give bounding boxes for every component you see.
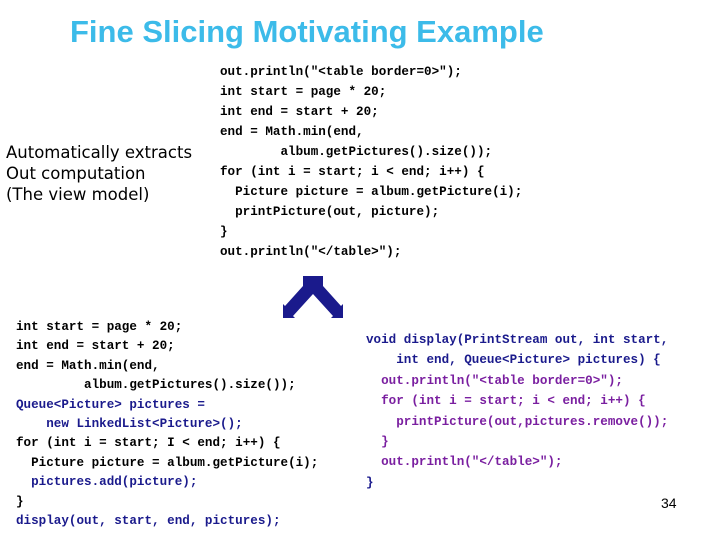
- code-line: int start = page * 20;: [220, 85, 387, 99]
- code-line: end = Math.min(end,: [16, 358, 160, 373]
- code-line: out.println("<table border=0>");: [220, 65, 462, 79]
- code-line: for (int i = start; i < end; i++) {: [366, 394, 646, 409]
- code-line: Picture picture = album.getPicture(i);: [16, 455, 319, 470]
- annotation-note: Automatically extracts Out computation (…: [6, 142, 192, 205]
- code-line: int end = start + 20;: [220, 105, 379, 119]
- note-line: (The view model): [6, 185, 150, 204]
- code-line: display(out, start, end, pictures);: [16, 513, 281, 528]
- original-code-block: out.println("<table border=0>"); int star…: [220, 62, 522, 262]
- code-line: printPicture(out,pictures.remove());: [366, 414, 669, 429]
- code-line: out.println("</table>");: [366, 455, 563, 470]
- note-line: Automatically extracts: [6, 143, 193, 162]
- extracted-method-block: void display(PrintStream out, int start,…: [366, 330, 668, 493]
- code-line: for (int i = start; I < end; i++) {: [16, 436, 281, 451]
- code-line: end = Math.min(end,: [220, 125, 364, 139]
- code-line: out.println("<table border=0>");: [366, 373, 623, 388]
- code-line: }: [366, 434, 389, 449]
- code-line: printPicture(out, picture);: [220, 205, 440, 219]
- code-line: album.getPictures().size());: [16, 378, 296, 393]
- sliced-code-block: int start = page * 20; int end = start + …: [16, 318, 318, 531]
- code-line: int end = start + 20;: [16, 339, 175, 354]
- code-line: new LinkedList<Picture>();: [16, 416, 243, 431]
- code-line: Queue<Picture> pictures =: [16, 397, 205, 412]
- code-line: int end, Queue<Picture> pictures) {: [366, 353, 661, 368]
- code-line: pictures.add(picture);: [16, 475, 198, 490]
- note-line: Out computation: [6, 164, 146, 183]
- code-line: album.getPictures().size());: [220, 145, 493, 159]
- slide-title: Fine Slicing Motivating Example: [70, 14, 544, 49]
- code-line: void display(PrintStream out, int start,: [366, 333, 669, 347]
- code-line: }: [366, 475, 374, 490]
- code-line: Picture picture = album.getPicture(i);: [220, 185, 523, 199]
- split-arrow-icon: [283, 276, 343, 318]
- code-line: int start = page * 20;: [16, 320, 183, 334]
- code-line: for (int i = start; i < end; i++) {: [220, 165, 485, 179]
- code-line: out.println("</table>");: [220, 245, 402, 259]
- code-line: }: [16, 494, 24, 509]
- page-number: 34: [661, 495, 677, 511]
- code-line: }: [220, 225, 228, 239]
